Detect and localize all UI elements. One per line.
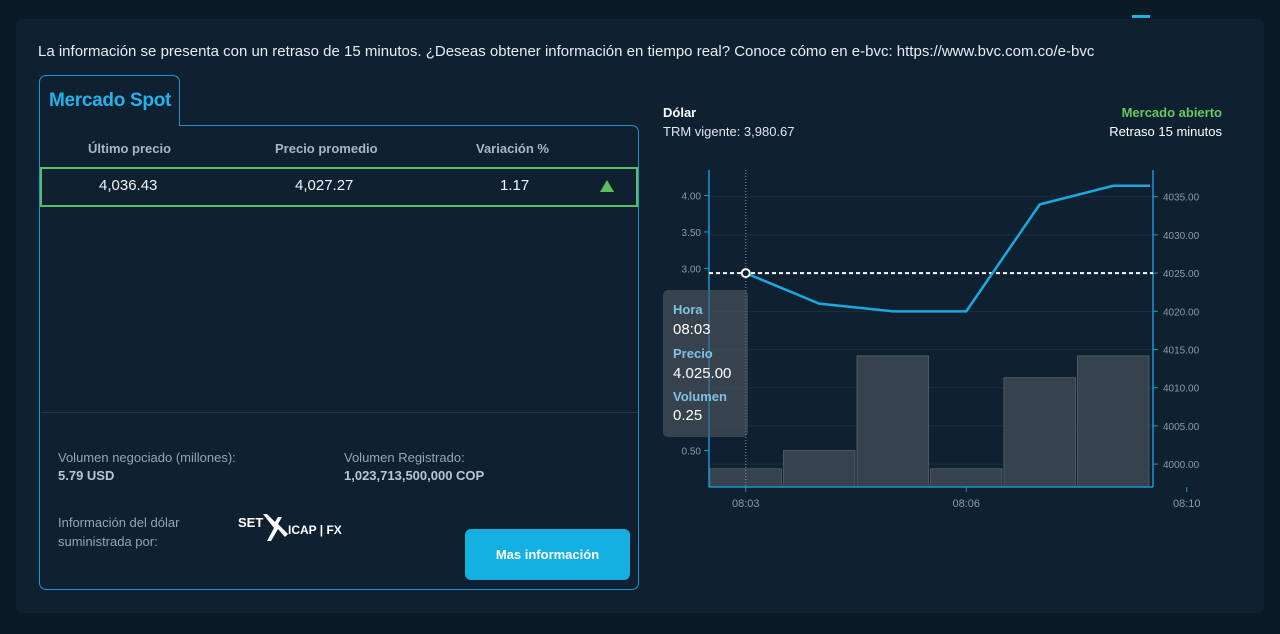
right-tick-label: 4030.00 xyxy=(1163,231,1200,242)
chart-title: Dólar xyxy=(663,105,697,120)
chart-tooltip: Hora 08:03 Precio 4.025.00 Volumen 0.25 xyxy=(663,290,748,437)
left-tick-label: 4.00 xyxy=(682,192,702,203)
left-tick-label: 3.00 xyxy=(682,264,702,275)
delay-notice: La información se presenta con un retras… xyxy=(38,43,1095,60)
set-icap-fx-logo: SET ICAP | FX xyxy=(238,511,348,547)
header-last-price: Último precio xyxy=(88,141,172,156)
volume-registered-value: 1,023,713,500,000 COP xyxy=(344,468,485,483)
volume-bar xyxy=(930,468,1003,488)
highlight-point xyxy=(740,268,751,279)
top-accent-bar xyxy=(1132,15,1150,18)
avg-price-value: 4,027.27 xyxy=(295,177,354,194)
left-tick-label: 0.50 xyxy=(682,447,702,458)
volume-traded-value: 5.79 USD xyxy=(58,468,115,483)
volume-traded-label: Volumen negociado (millones): xyxy=(58,450,236,465)
x-tick-label: 08:03 xyxy=(732,498,760,510)
tooltip-hora-label: Hora xyxy=(673,302,703,317)
tooltip-hora-value: 08:03 xyxy=(673,321,711,338)
up-triangle-icon xyxy=(600,180,614,192)
right-tick-label: 4035.00 xyxy=(1163,193,1200,204)
tooltip-precio-label: Precio xyxy=(673,346,713,361)
logo-icap-text: ICAP | FX xyxy=(288,523,342,537)
tab-joint xyxy=(40,124,179,127)
volume-bar xyxy=(783,450,856,488)
tab-label: Mercado Spot xyxy=(49,90,172,111)
right-tick-label: 4005.00 xyxy=(1163,422,1200,433)
right-tick-label: 4020.00 xyxy=(1163,307,1200,318)
left-tick-label: 3.50 xyxy=(682,228,702,239)
right-tick-label: 4010.00 xyxy=(1163,384,1200,395)
right-tick-label: 4025.00 xyxy=(1163,269,1200,280)
market-status: Mercado abierto xyxy=(1121,105,1222,120)
tooltip-precio-value: 4.025.00 xyxy=(673,365,732,382)
volume-registered-label: Volumen Registrado: xyxy=(344,450,465,465)
more-info-button[interactable]: Mas información xyxy=(465,529,630,580)
tooltip-volumen-label: Volumen xyxy=(673,389,727,404)
tab-mercado-spot[interactable]: Mercado Spot xyxy=(39,75,180,126)
x-tick-label: 08:06 xyxy=(952,498,980,510)
supplier-label-line2: suministrada por: xyxy=(58,534,158,549)
volume-bar xyxy=(856,355,929,488)
logo-set-text: SET xyxy=(238,515,263,530)
last-price-value: 4,036.43 xyxy=(99,177,158,194)
supplier-label-line1: Información del dólar xyxy=(58,515,180,530)
logo-x-mark xyxy=(263,514,288,541)
volume-bar xyxy=(709,468,782,488)
volume-bar xyxy=(1077,355,1150,488)
header-avg-price: Precio promedio xyxy=(275,141,378,156)
panel-divider xyxy=(41,412,638,413)
price-line xyxy=(745,184,1150,313)
right-tick-label: 4000.00 xyxy=(1163,460,1200,471)
tooltip-volumen-value: 0.25 xyxy=(673,407,703,424)
header-variation: Variación % xyxy=(476,141,549,156)
volume-bar xyxy=(1003,377,1076,488)
variation-value: 1.17 xyxy=(500,177,530,194)
delay-status: Retraso 15 minutos xyxy=(1109,124,1222,139)
right-tick-label: 4015.00 xyxy=(1163,346,1200,357)
x-tick-label: 08:10 xyxy=(1173,498,1201,510)
trm-value: TRM vigente: 3,980.67 xyxy=(663,124,795,139)
